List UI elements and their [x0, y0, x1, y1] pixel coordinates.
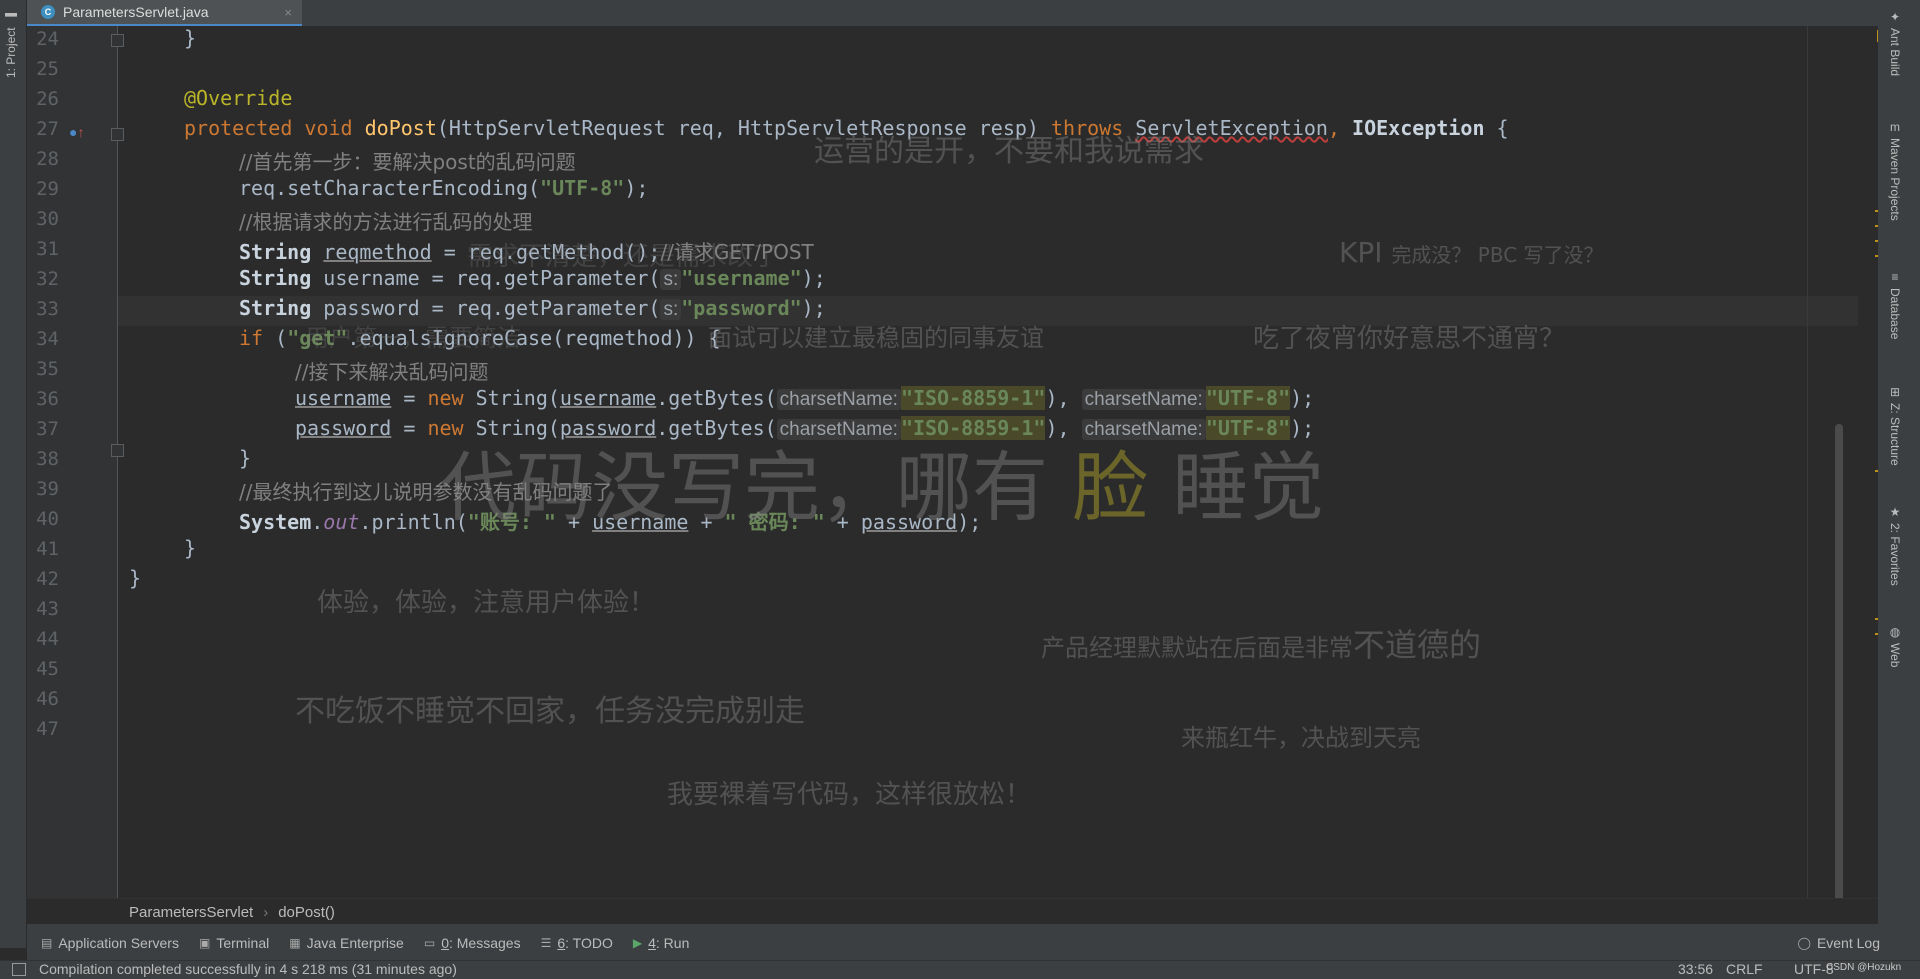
line-number: 39	[36, 478, 59, 500]
structure-tool-button[interactable]: ⊞ Z: Structure	[1888, 385, 1902, 466]
line-number: 41	[36, 538, 59, 560]
tool-window-bar: ▤ Application Servers ▣ Terminal ▦ Java Ent…	[27, 924, 1920, 962]
code-line-28: //首先第一步：要解决post的乱码问题	[239, 150, 576, 174]
run-button[interactable]: ▶ 4: Run	[633, 935, 690, 951]
tab-parametersservlet[interactable]: C ParametersServlet.java ×	[27, 0, 302, 27]
code-line-30: //根据请求的方法进行乱码的处理	[239, 210, 533, 234]
line-number: 37	[36, 418, 59, 440]
java-enterprise-button[interactable]: ▦ Java Enterprise	[289, 935, 404, 951]
run-icon: ▶	[632, 936, 643, 950]
code-line-41: }	[184, 536, 197, 560]
globe-icon: ◍	[1889, 625, 1901, 639]
right-margin-guide	[1807, 26, 1808, 898]
left-tool-stripe: 1: Project ▬	[0, 0, 27, 948]
line-number: 40	[36, 508, 59, 530]
line-number: 36	[36, 388, 59, 410]
right-tool-stripe: ✦ Ant Build m Maven Projects ≡ Database ⊞ Z:…	[1878, 0, 1920, 948]
terminal-icon: ▣	[198, 936, 211, 950]
watermark-text: 体验，体验，注意用户体验！	[317, 588, 656, 618]
breadcrumb-method[interactable]: doPost()	[278, 904, 335, 921]
ant-build-tool-button[interactable]: ✦ Ant Build	[1888, 10, 1902, 76]
tab-label: ParametersServlet.java	[63, 4, 209, 20]
event-log-icon: ◯	[1797, 936, 1811, 950]
line-number: 44	[36, 628, 59, 650]
project-tool-button[interactable]: 1: Project ▬	[4, 10, 18, 78]
line-number: 34	[36, 328, 59, 350]
line-number: 30	[36, 208, 59, 230]
maven-icon: m	[1890, 120, 1900, 134]
line-number: 31	[36, 238, 59, 260]
code-line-26: @Override	[184, 86, 293, 110]
todo-icon: ☰	[540, 936, 552, 950]
server-icon: ▤	[41, 936, 53, 950]
todo-button[interactable]: ☰ 6: TODO	[541, 935, 613, 951]
line-separator[interactable]: CRLF	[1726, 961, 1763, 977]
watermark-text: 吃了夜宵你好意思不通宵？	[1253, 324, 1566, 354]
star-icon: ★	[1889, 505, 1901, 519]
fold-marker-icon[interactable]	[111, 34, 124, 47]
favorites-tool-button[interactable]: ★ 2: Favorites	[1888, 505, 1902, 586]
watermark-text: 不吃饭不睡觉不回家，任务没完成别走	[295, 694, 805, 729]
database-icon: ≡	[1891, 270, 1899, 284]
line-number: 26	[36, 88, 59, 110]
watermark-text: KPI 完成没？ PBC 写了没？	[1339, 236, 1604, 269]
code-line-38: }	[239, 446, 252, 470]
database-tool-button[interactable]: ≡ Database	[1888, 270, 1902, 339]
application-servers-button[interactable]: ▤ Application Servers	[41, 935, 179, 951]
caret-position[interactable]: 33:56	[1678, 961, 1713, 977]
line-number: 27	[36, 118, 59, 140]
chevron-right-icon: ›	[263, 903, 269, 921]
watermark-text: 面试可以建立最稳固的同事友谊	[708, 324, 1044, 352]
watermark-text: 需求不清楚，还是需求改了	[467, 242, 780, 272]
watermark-text: 产品经理默默站在后面是非常不道德的	[1041, 626, 1482, 664]
java-enterprise-icon: ▦	[289, 936, 301, 950]
watermark-text: 用户第一，需要简洁	[305, 324, 521, 352]
code-line-36: username = new String(username.getBytes(…	[295, 386, 1315, 410]
breadcrumb: ParametersServlet › doPost()	[27, 898, 1878, 925]
editor-tab-bar: C ParametersServlet.java ×	[27, 0, 1878, 27]
line-number: 25	[36, 58, 59, 80]
vertical-scrollbar[interactable]	[1835, 424, 1843, 898]
class-icon: C	[41, 5, 55, 19]
maven-projects-tool-button[interactable]: m Maven Projects	[1888, 120, 1902, 221]
line-number: 35	[36, 358, 59, 380]
line-number: 43	[36, 598, 59, 620]
terminal-button[interactable]: ▣ Terminal	[199, 935, 269, 951]
credit-text: CSDN @Hozukn	[1826, 962, 1902, 973]
web-tool-button[interactable]: ◍ Web	[1888, 625, 1902, 667]
structure-icon: ⊞	[1889, 385, 1901, 399]
line-number: 28	[36, 148, 59, 170]
status-message[interactable]: Compilation completed successfully in 4 …	[39, 961, 457, 977]
watermark-text: 来瓶红牛，决战到天亮	[1181, 724, 1421, 752]
code-line-42: }	[129, 566, 142, 590]
status-toggle-icon[interactable]	[12, 963, 26, 976]
messages-button[interactable]: ▭ 0: Messages	[424, 935, 521, 951]
code-line-24: }	[184, 26, 197, 50]
override-gutter-icon[interactable]: ●↑	[69, 124, 84, 140]
status-bar: Compilation completed successfully in 4 …	[0, 960, 1920, 979]
watermark-slogan: 代码没写完，哪有 脸 睡觉	[440, 443, 1325, 532]
folder-icon: ▬	[4, 10, 18, 24]
line-number: 24	[36, 28, 59, 50]
line-number: 46	[36, 688, 59, 710]
line-number: 32	[36, 268, 59, 290]
code-line-35: //接下来解决乱码问题	[295, 360, 489, 384]
code-line-29: req.setCharacterEncoding("UTF-8");	[239, 176, 649, 200]
breadcrumb-class[interactable]: ParametersServlet	[129, 904, 253, 921]
line-number: 33	[36, 298, 59, 320]
line-number: 42	[36, 568, 59, 590]
code-editor[interactable]: ●↑ 24 25 26 27 28 29 30 31 32 33 34 35 36 37 38 39 40 41 4…	[27, 26, 1878, 898]
watermark-text: 运营的是开，不要和我说需求	[814, 134, 1204, 169]
close-tab-icon[interactable]: ×	[284, 5, 292, 20]
fold-marker-icon[interactable]	[111, 444, 124, 457]
messages-icon: ▭	[423, 936, 436, 950]
event-log-button[interactable]: ◯ Event Log	[1798, 935, 1881, 951]
fold-marker-icon[interactable]	[111, 128, 124, 141]
line-number: 47	[36, 718, 59, 740]
line-number: 38	[36, 448, 59, 470]
line-number: 45	[36, 658, 59, 680]
ant-icon: ✦	[1889, 10, 1901, 24]
watermark-text: 我要裸着写代码，这样很放松！	[667, 780, 1032, 810]
line-number: 29	[36, 178, 59, 200]
